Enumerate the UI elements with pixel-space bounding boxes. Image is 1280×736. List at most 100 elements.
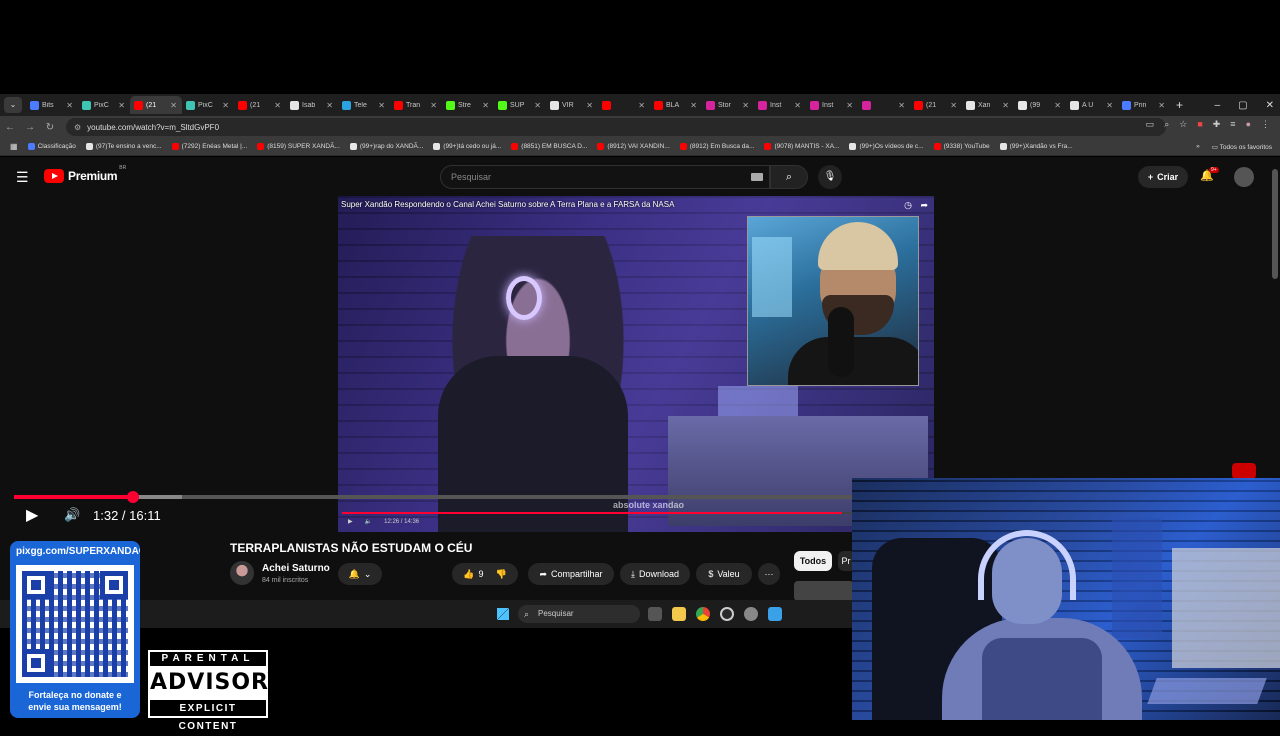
browser-tab[interactable]: Stre ✕	[442, 96, 494, 114]
tab-close-icon[interactable]: ✕	[950, 101, 957, 110]
volume-icon[interactable]: 🔊	[64, 507, 80, 523]
tab-close-icon[interactable]: ✕	[1002, 101, 1009, 110]
tab-close-icon[interactable]: ✕	[430, 101, 437, 110]
thanks-button[interactable]: $ Valeu	[696, 563, 752, 585]
tab-close-icon[interactable]: ✕	[118, 101, 125, 110]
extensions-icon[interactable]: ✚	[1213, 119, 1221, 130]
tab-close-icon[interactable]: ✕	[326, 101, 333, 110]
subscribed-bell-button[interactable]: 🔔 ⌄	[338, 563, 382, 585]
bookmarks-overflow-icon[interactable]: »	[1196, 143, 1200, 150]
chrome-menu-icon[interactable]: ⋮	[1261, 119, 1270, 130]
tab-close-icon[interactable]: ✕	[66, 101, 73, 110]
obs-icon[interactable]	[720, 607, 734, 621]
video-frame[interactable]: Super Xandão Respondendo o Canal Achei S…	[338, 196, 934, 532]
browser-tab[interactable]: Tele ✕	[338, 96, 390, 114]
browser-tab[interactable]: A Ú ✕	[1066, 96, 1118, 114]
app-icon[interactable]	[768, 607, 782, 621]
bookmark-item[interactable]: (8912) VAI XANDIN...	[597, 143, 670, 150]
more-actions-button[interactable]: ···	[758, 563, 780, 585]
new-tab-button[interactable]: +	[1176, 98, 1183, 112]
omnibox[interactable]: ⚙ youtube.com/watch?v=m_SltdGvPF0	[66, 118, 1166, 136]
browser-tab[interactable]: Isab ✕	[286, 96, 338, 114]
browser-tab[interactable]: SUP ✕	[494, 96, 546, 114]
progress-bar[interactable]	[14, 491, 854, 503]
task-view-icon[interactable]	[648, 607, 662, 621]
tab-search-dropdown[interactable]: ⌄	[4, 97, 22, 113]
reload-icon[interactable]: ↻	[40, 122, 60, 133]
profile-icon[interactable]: ●	[1246, 119, 1251, 130]
bookmark-item[interactable]: (99+)tá cedo ou já...	[433, 143, 501, 150]
search-button[interactable]: ⌕	[770, 165, 808, 189]
recommended-thumbnail[interactable]	[794, 581, 854, 601]
all-bookmarks-folder[interactable]: ▭ Todos os favoritos	[1212, 143, 1272, 151]
browser-tab[interactable]: BLA ✕	[650, 96, 702, 114]
back-icon[interactable]: ←	[0, 122, 20, 133]
browser-tab[interactable]: (99 ✕	[1014, 96, 1066, 114]
settings-icon[interactable]	[744, 607, 758, 621]
close-window-button[interactable]: ✕	[1266, 100, 1274, 111]
tab-close-icon[interactable]: ✕	[898, 101, 905, 110]
bookmark-star-icon[interactable]: ☆	[1179, 119, 1187, 130]
menu-icon[interactable]: ☰	[16, 169, 29, 186]
browser-tab[interactable]: PixC ✕	[78, 96, 130, 114]
browser-tab[interactable]: VIR ✕	[546, 96, 598, 114]
tab-close-icon[interactable]: ✕	[638, 101, 645, 110]
tab-close-icon[interactable]: ✕	[794, 101, 801, 110]
tab-close-icon[interactable]: ✕	[222, 101, 229, 110]
channel-avatar[interactable]	[230, 561, 254, 585]
bookmark-item[interactable]: (8851) EM BUSCA D...	[511, 143, 587, 150]
cast-icon[interactable]: ▭	[1146, 119, 1155, 130]
search-input[interactable]: Pesquisar	[440, 165, 770, 189]
progress-scrubber[interactable]	[127, 491, 140, 503]
browser-tab[interactable]: PixC ✕	[182, 96, 234, 114]
tab-close-icon[interactable]: ✕	[170, 101, 177, 110]
media-icon[interactable]: ≡	[1230, 119, 1235, 130]
download-button[interactable]: ⤓ Download	[620, 563, 690, 585]
bookmark-item[interactable]: (8912) Em Busca da...	[679, 143, 754, 150]
extension-red-icon[interactable]: ■	[1197, 119, 1202, 130]
browser-tab[interactable]: ✕	[858, 96, 910, 114]
bookmark-item[interactable]: (97)Te ensino a venc...	[85, 143, 162, 150]
forward-icon[interactable]: →	[20, 122, 40, 133]
channel-name[interactable]: Achei Saturno	[262, 563, 330, 574]
windows-start-icon[interactable]	[497, 608, 509, 620]
browser-tab[interactable]: (21 ✕	[234, 96, 286, 114]
browser-tab[interactable]: Inst ✕	[806, 96, 858, 114]
tab-close-icon[interactable]: ✕	[846, 101, 853, 110]
tab-close-icon[interactable]: ✕	[586, 101, 593, 110]
share-button[interactable]: ➦ Compartilhar	[528, 563, 614, 585]
play-icon[interactable]: ▶	[26, 505, 38, 525]
bookmark-item[interactable]: (8159) SUPER XANDÃ...	[257, 143, 340, 150]
create-button[interactable]: + Criar	[1138, 166, 1188, 188]
share-icon[interactable]: ➦	[920, 200, 928, 211]
bookmark-item[interactable]: (7292) Enéas Metal |...	[171, 143, 247, 150]
browser-tab[interactable]: Prin ✕	[1118, 96, 1170, 114]
browser-tab[interactable]: Xan ✕	[962, 96, 1014, 114]
tab-close-icon[interactable]: ✕	[274, 101, 281, 110]
browser-tab[interactable]: (21 ✕	[130, 96, 182, 114]
tab-close-icon[interactable]: ✕	[482, 101, 489, 110]
chip-all[interactable]: Todos	[794, 551, 832, 571]
bookmark-item[interactable]: Classificação	[27, 143, 76, 150]
tab-close-icon[interactable]: ✕	[690, 101, 697, 110]
bookmark-item[interactable]: (99+)Os vídeos de c...	[849, 143, 924, 150]
tab-close-icon[interactable]: ✕	[534, 101, 541, 110]
watch-later-icon[interactable]: ◷	[904, 200, 912, 211]
bookmark-item[interactable]: (99+)rap do XANDÃ...	[349, 143, 423, 150]
site-info-icon[interactable]: ⚙	[74, 123, 81, 132]
file-explorer-icon[interactable]	[672, 607, 686, 621]
youtube-logo[interactable]: Premium BR	[44, 165, 126, 183]
tab-close-icon[interactable]: ✕	[742, 101, 749, 110]
maximize-button[interactable]: ▢	[1238, 100, 1247, 111]
thumbs-down-icon[interactable]: 👎	[496, 569, 507, 580]
chrome-icon[interactable]	[696, 607, 710, 621]
address-text[interactable]: youtube.com/watch?v=m_SltdGvPF0	[87, 123, 219, 132]
browser-tab[interactable]: Bits ✕	[26, 96, 78, 114]
browser-tab[interactable]: Tran ✕	[390, 96, 442, 114]
bookmark-item[interactable]: (9338) YouTube	[933, 143, 990, 150]
browser-tab[interactable]: ✕	[598, 96, 650, 114]
tab-close-icon[interactable]: ✕	[1106, 101, 1113, 110]
tab-close-icon[interactable]: ✕	[1054, 101, 1061, 110]
taskbar-search[interactable]: ⌕ Pesquisar	[518, 605, 640, 623]
apps-icon[interactable]: ▦	[10, 142, 18, 151]
